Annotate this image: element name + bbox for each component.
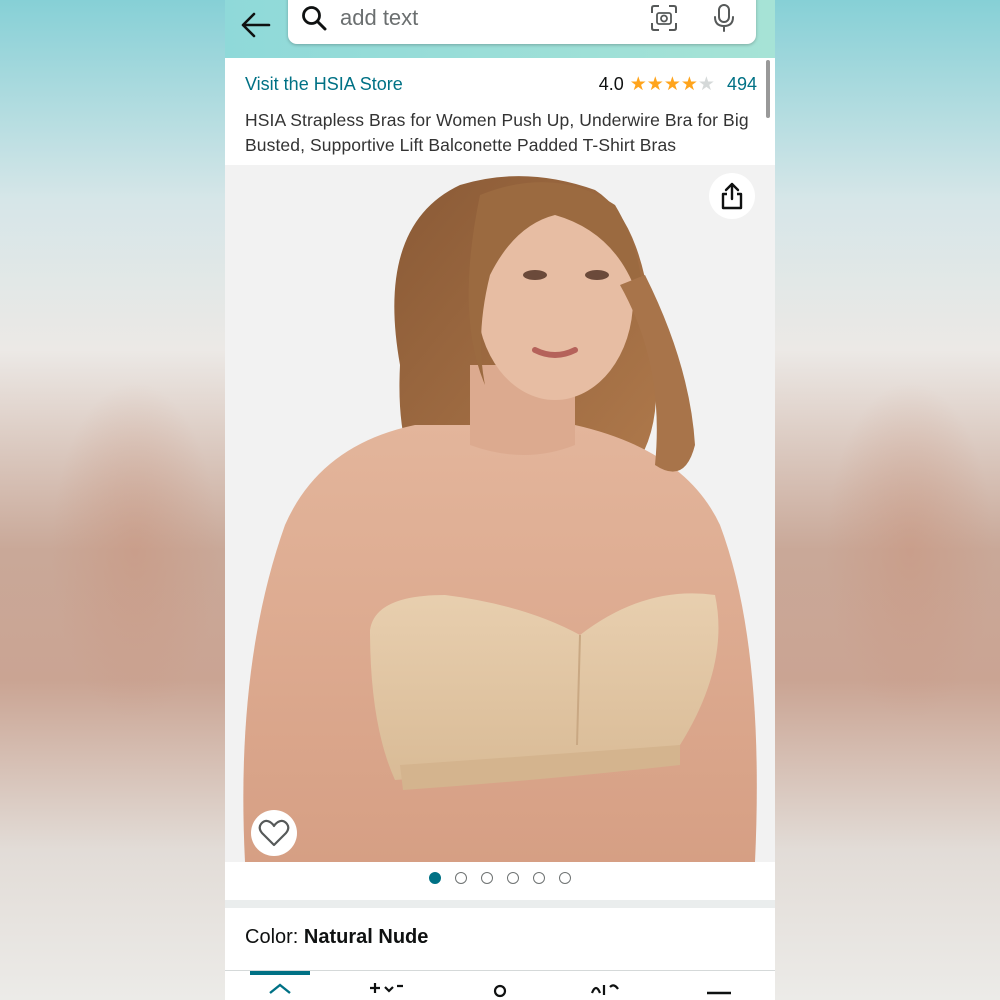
top-search-bar bbox=[225, 0, 775, 58]
carousel-dot[interactable] bbox=[559, 872, 571, 884]
store-link[interactable]: Visit the HSIA Store bbox=[245, 74, 403, 95]
product-image[interactable] bbox=[225, 165, 775, 862]
star-full-icon: ★ bbox=[646, 73, 664, 95]
mic-icon[interactable] bbox=[708, 2, 740, 34]
color-selection: Color: Natural Nude bbox=[245, 926, 428, 949]
product-photo bbox=[225, 165, 775, 862]
phone-screen: Visit the HSIA Store 4.0 ★ ★ ★ ★ ★ 494 H… bbox=[225, 0, 775, 1000]
search-input[interactable] bbox=[338, 4, 632, 32]
carousel-dot[interactable] bbox=[429, 872, 441, 884]
search-box[interactable] bbox=[288, 0, 756, 44]
home-icon bbox=[269, 983, 291, 994]
nav-active-indicator bbox=[250, 971, 310, 975]
color-label: Color: bbox=[245, 926, 304, 948]
color-value: Natural Nude bbox=[303, 926, 429, 948]
camera-icon[interactable] bbox=[648, 2, 680, 34]
rating[interactable]: 4.0 ★ ★ ★ ★ ★ 494 bbox=[599, 74, 757, 95]
scrollbar[interactable] bbox=[766, 60, 770, 118]
share-button[interactable] bbox=[709, 173, 755, 219]
star-full-icon: ★ bbox=[629, 73, 647, 95]
product-title: HSIA Strapless Bras for Women Push Up, U… bbox=[245, 110, 749, 155]
wishlist-button[interactable] bbox=[251, 810, 297, 856]
star-empty-icon: ★ bbox=[697, 73, 715, 95]
search-icon bbox=[300, 4, 328, 32]
blurred-background-right bbox=[775, 0, 1000, 1000]
menu-icon bbox=[707, 991, 731, 995]
star-full-icon: ★ bbox=[680, 73, 698, 95]
bottom-navigation bbox=[225, 970, 775, 1000]
carousel-dot[interactable] bbox=[507, 872, 519, 884]
carousel-dot[interactable] bbox=[481, 872, 493, 884]
blurred-background-left bbox=[0, 0, 225, 1000]
back-arrow-icon bbox=[241, 12, 271, 38]
nav-profile[interactable] bbox=[480, 981, 520, 1000]
carousel-dots bbox=[225, 872, 775, 892]
heart-icon bbox=[258, 819, 290, 847]
nav-home[interactable] bbox=[260, 981, 300, 1000]
nav-ai[interactable] bbox=[367, 981, 407, 1000]
profile-icon bbox=[493, 984, 507, 998]
star-rating: ★ ★ ★ ★ ★ bbox=[629, 73, 715, 95]
carousel-dot[interactable] bbox=[533, 872, 545, 884]
star-full-icon: ★ bbox=[663, 73, 681, 95]
nav-menu[interactable] bbox=[699, 981, 739, 1000]
nav-cart[interactable] bbox=[590, 981, 630, 1000]
carousel-dot[interactable] bbox=[455, 872, 467, 884]
rating-value: 4.0 bbox=[598, 74, 624, 94]
section-divider bbox=[225, 900, 775, 908]
share-icon bbox=[721, 182, 743, 210]
back-button[interactable] bbox=[235, 4, 277, 46]
store-rating-row: Visit the HSIA Store 4.0 ★ ★ ★ ★ ★ 494 bbox=[245, 72, 757, 98]
ai-sparkle-icon bbox=[370, 983, 403, 993]
review-count[interactable]: 494 bbox=[727, 74, 757, 95]
cart-icon bbox=[590, 984, 619, 995]
